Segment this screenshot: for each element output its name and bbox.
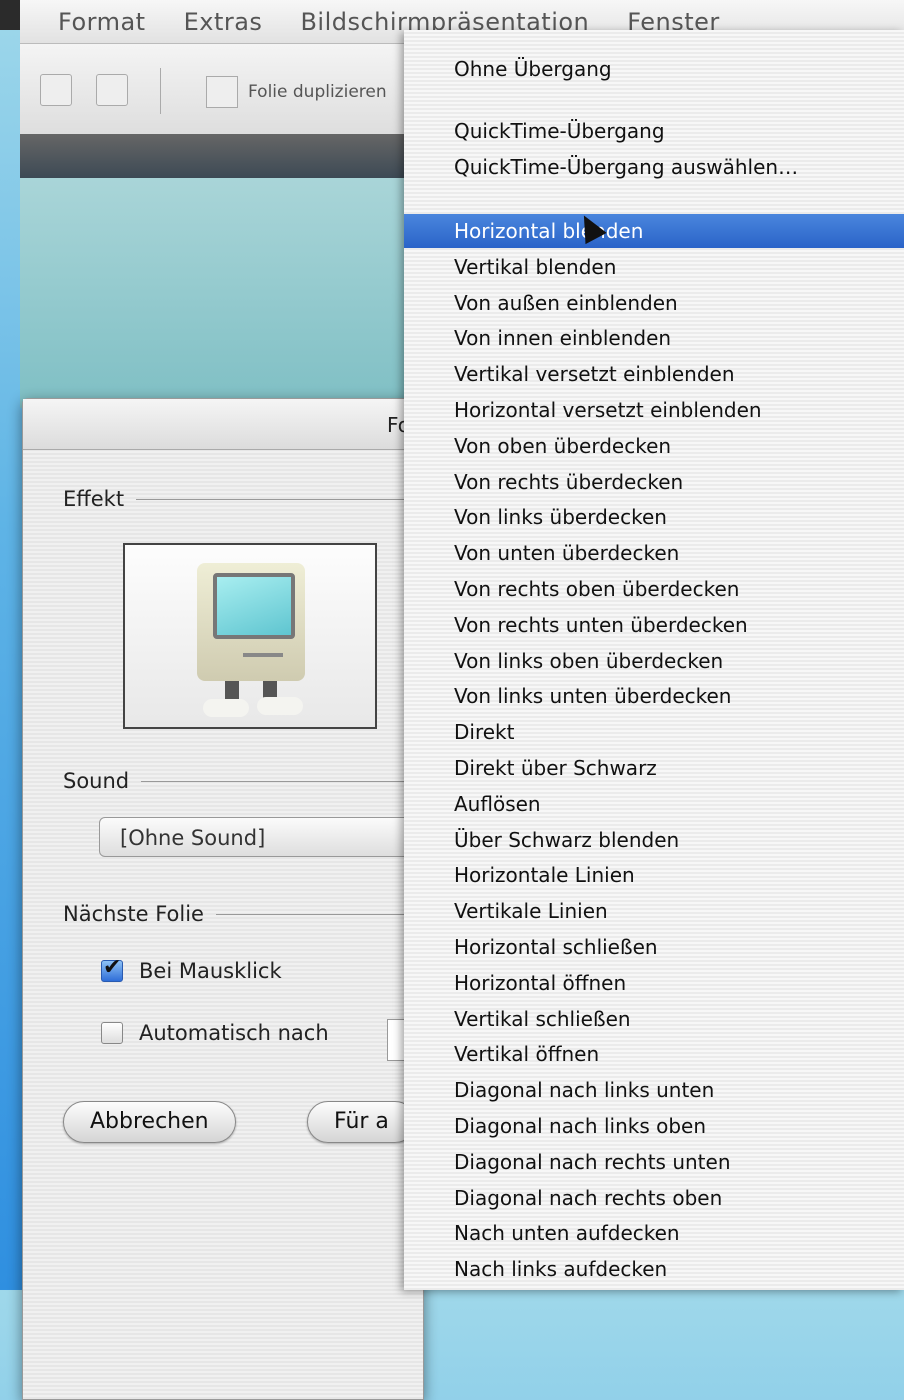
mac-screen xyxy=(213,573,295,639)
menu-item[interactable]: Von oben überdecken xyxy=(404,429,904,463)
menu-item[interactable]: Von links überdecken xyxy=(404,500,904,534)
menu-item[interactable]: Von links unten überdecken xyxy=(404,679,904,713)
automatic-option[interactable]: Automatisch nach xyxy=(101,1021,329,1045)
menu-item[interactable]: Diagonal nach rechts oben xyxy=(404,1181,904,1215)
menu-item[interactable]: Über Schwarz blenden xyxy=(404,823,904,857)
menu-item[interactable]: Direkt xyxy=(404,715,904,749)
menu-item[interactable]: Von unten überdecken xyxy=(404,536,904,570)
on-click-checkbox[interactable] xyxy=(101,955,123,982)
menu-item[interactable]: QuickTime-Übergang xyxy=(404,114,904,148)
duplicate-slide-button[interactable]: Folie duplizieren xyxy=(206,76,387,108)
mac-shoe xyxy=(257,697,303,715)
duplicate-slide-icon xyxy=(206,76,238,108)
cancel-button[interactable]: Abbrechen xyxy=(63,1101,236,1143)
duplicate-slide-label: Folie duplizieren xyxy=(248,82,387,102)
menu-item[interactable]: Diagonal nach links oben xyxy=(404,1109,904,1143)
toolbar-icon-2[interactable] xyxy=(96,74,128,106)
toolbar-icon-1[interactable] xyxy=(40,74,72,106)
menu-item[interactable]: Vertikal blenden xyxy=(404,250,904,284)
mac-slot xyxy=(243,653,283,657)
menu-item[interactable]: Auflösen xyxy=(404,787,904,821)
menu-item[interactable]: Nach unten aufdecken xyxy=(404,1216,904,1250)
transition-menu: Ohne Übergang QuickTime-Übergang QuickTime… xyxy=(404,30,904,1290)
menu-item[interactable]: Horizontal schließen xyxy=(404,930,904,964)
menu-item[interactable]: Horizontal öffnen xyxy=(404,966,904,1000)
menu-extras[interactable]: Extras xyxy=(184,8,263,36)
effect-preview xyxy=(123,543,377,729)
menu-format[interactable]: Format xyxy=(58,8,146,36)
on-click-option[interactable]: Bei Mausklick xyxy=(101,955,282,983)
next-slide-label: Nächste Folie xyxy=(63,902,204,926)
menu-item[interactable]: Von rechts unten überdecken xyxy=(404,608,904,642)
menu-item[interactable]: Horizontale Linien xyxy=(404,858,904,892)
effect-section: Effekt xyxy=(63,487,423,511)
sound-popup[interactable]: [Ohne Sound] xyxy=(99,817,429,857)
menu-item[interactable]: Vertikal öffnen xyxy=(404,1037,904,1071)
automatic-label: Automatisch nach xyxy=(139,1021,329,1045)
menu-item[interactable]: Von links oben überdecken xyxy=(404,644,904,678)
menu-item[interactable]: QuickTime-Übergang auswählen… xyxy=(404,150,904,184)
menu-item[interactable]: Vertikal schließen xyxy=(404,1002,904,1036)
menu-item[interactable]: Von rechts oben überdecken xyxy=(404,572,904,606)
on-click-label: Bei Mausklick xyxy=(139,959,282,983)
menu-item[interactable]: Vertikale Linien xyxy=(404,894,904,928)
menu-item[interactable]: Von innen einblenden xyxy=(404,321,904,355)
menu-item[interactable]: Direkt über Schwarz xyxy=(404,751,904,785)
sound-section: Sound xyxy=(63,769,423,793)
effect-label: Effekt xyxy=(63,487,125,511)
menu-item[interactable]: Horizontal versetzt einblenden xyxy=(404,393,904,427)
menu-item[interactable]: Von außen einblenden xyxy=(404,286,904,320)
menubar-edge xyxy=(0,0,20,30)
mac-shoe xyxy=(203,699,249,717)
apply-all-button[interactable]: Für a xyxy=(307,1101,416,1143)
menu-item[interactable]: Ohne Übergang xyxy=(404,52,904,86)
menu-item[interactable]: Diagonal nach links unten xyxy=(404,1073,904,1107)
sound-label: Sound xyxy=(63,769,130,793)
dialog-titlebar: Fo xyxy=(23,399,423,450)
menu-item-selected[interactable]: Horizontal blenden xyxy=(404,214,904,248)
menu-item[interactable]: Nach links aufdecken xyxy=(404,1252,904,1286)
toolbar-separator xyxy=(160,68,161,114)
menu-item[interactable]: Diagonal nach rechts unten xyxy=(404,1145,904,1179)
automatic-checkbox[interactable] xyxy=(101,1022,123,1044)
menu-item[interactable]: Von rechts überdecken xyxy=(404,465,904,499)
next-slide-section: Nächste Folie xyxy=(63,902,423,926)
transition-dialog: Fo Effekt Sound [Ohne Sound] Nächste Fol… xyxy=(22,398,429,1400)
menu-item[interactable]: Vertikal versetzt einblenden xyxy=(404,357,904,391)
